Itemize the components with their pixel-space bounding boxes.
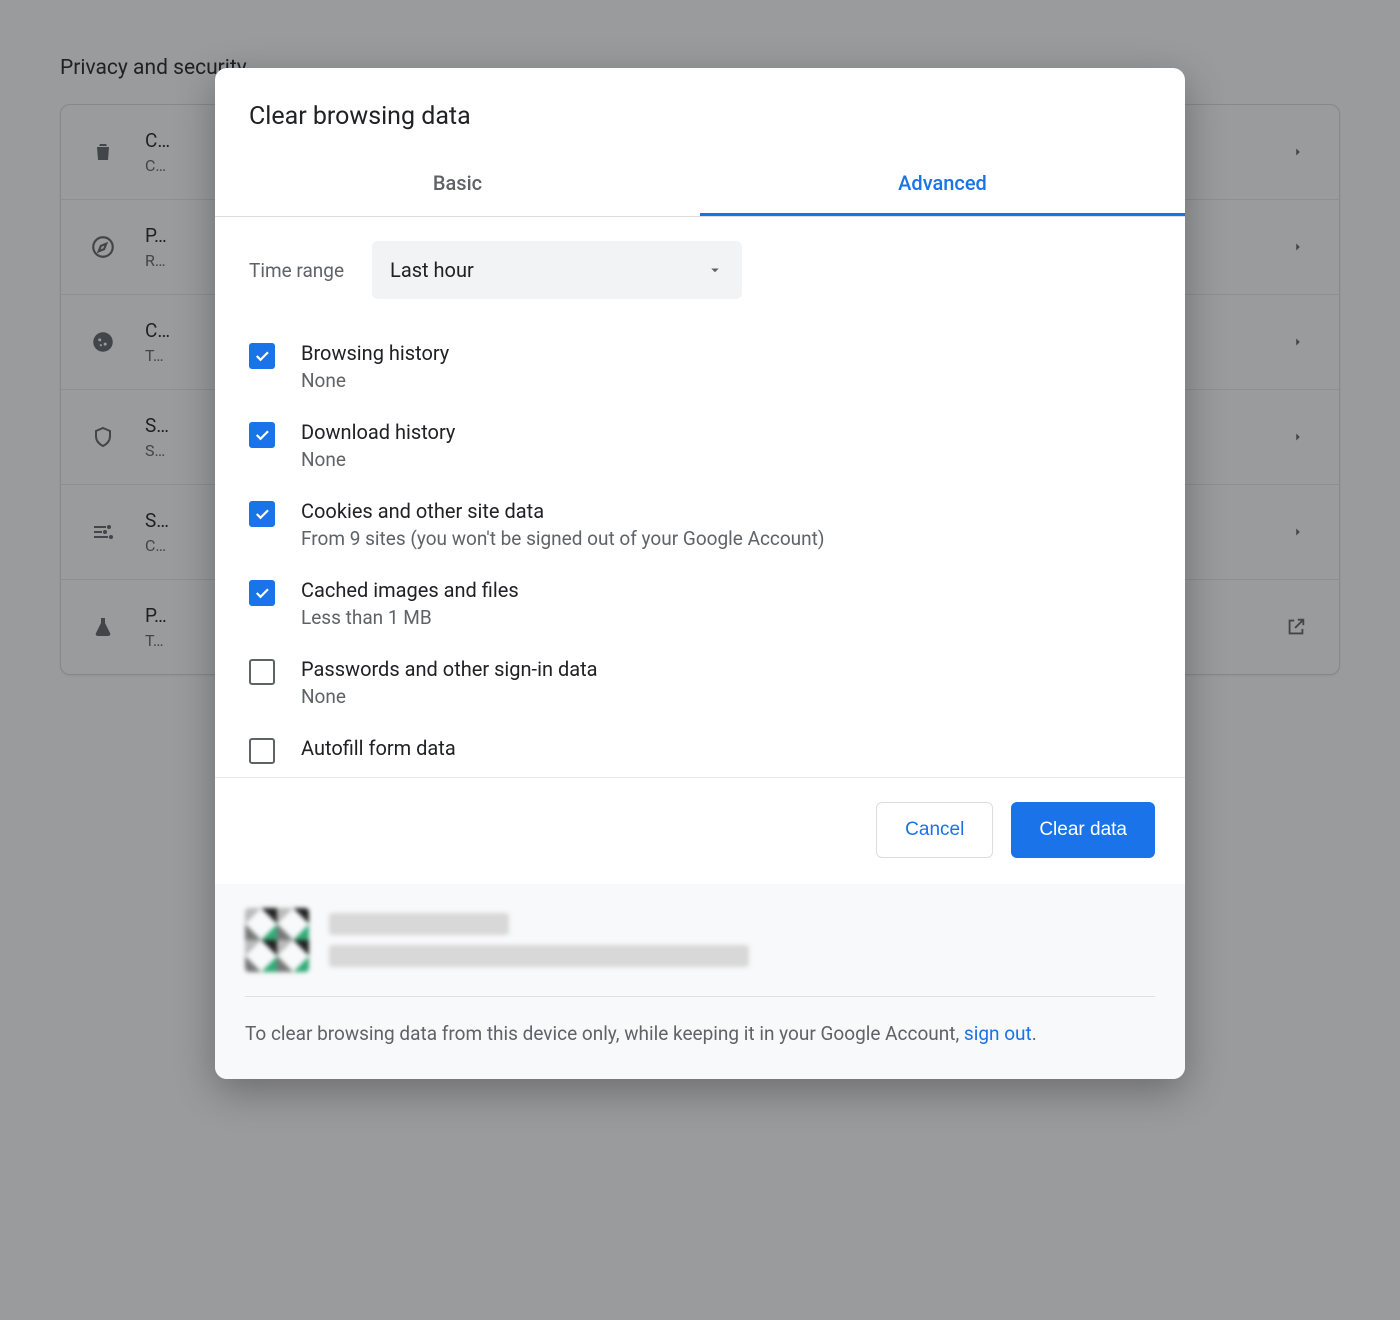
clear-browsing-data-dialog: Clear browsing data Basic Advanced Time …	[215, 68, 1185, 1079]
cancel-button[interactable]: Cancel	[876, 802, 993, 858]
modal-scrim: Clear browsing data Basic Advanced Time …	[0, 0, 1400, 1320]
data-type-row: Passwords and other sign-in data None	[249, 643, 1151, 722]
time-range-label: Time range	[249, 259, 344, 282]
checkbox[interactable]	[249, 422, 275, 448]
data-type-label: Cookies and other site data	[301, 499, 824, 523]
dialog-title: Clear browsing data	[215, 68, 1185, 155]
time-range-value: Last hour	[390, 258, 474, 282]
tab-advanced[interactable]: Advanced	[700, 155, 1185, 216]
dialog-body: Time range Last hour Browsing history Non…	[215, 217, 1185, 777]
data-type-row: Browsing history None	[249, 327, 1151, 406]
data-type-row: Cached images and files Less than 1 MB	[249, 564, 1151, 643]
dialog-tabs: Basic Advanced	[215, 155, 1185, 217]
account-row	[245, 908, 1155, 997]
data-type-label: Cached images and files	[301, 578, 519, 602]
redacted-name	[329, 913, 509, 935]
data-type-label: Autofill form data	[301, 736, 456, 760]
data-type-label: Download history	[301, 420, 455, 444]
checkbox[interactable]	[249, 501, 275, 527]
data-type-sub: From 9 sites (you won't be signed out of…	[301, 527, 824, 550]
checkbox[interactable]	[249, 659, 275, 685]
checkbox[interactable]	[249, 580, 275, 606]
redacted-email	[329, 945, 749, 967]
avatar	[245, 908, 309, 972]
data-type-row: Autofill form data	[249, 722, 1151, 777]
data-type-label: Passwords and other sign-in data	[301, 657, 598, 681]
clear-data-button[interactable]: Clear data	[1011, 802, 1155, 858]
dialog-footer: To clear browsing data from this device …	[215, 884, 1185, 1079]
checkbox[interactable]	[249, 738, 275, 764]
data-type-label: Browsing history	[301, 341, 449, 365]
footer-note: To clear browsing data from this device …	[245, 1019, 1155, 1049]
chevron-down-icon	[706, 261, 724, 279]
checkbox[interactable]	[249, 343, 275, 369]
data-type-list: Browsing history None Download history None…	[249, 327, 1151, 777]
data-type-row: Download history None	[249, 406, 1151, 485]
data-type-sub: None	[301, 369, 449, 392]
sign-out-link[interactable]: sign out	[964, 1022, 1032, 1045]
data-type-sub: None	[301, 685, 598, 708]
time-range-select[interactable]: Last hour	[372, 241, 742, 299]
data-type-sub: None	[301, 448, 455, 471]
data-type-sub: Less than 1 MB	[301, 606, 519, 629]
dialog-actions: Cancel Clear data	[215, 777, 1185, 884]
data-type-row: Cookies and other site data From 9 sites …	[249, 485, 1151, 564]
tab-basic[interactable]: Basic	[215, 155, 700, 216]
